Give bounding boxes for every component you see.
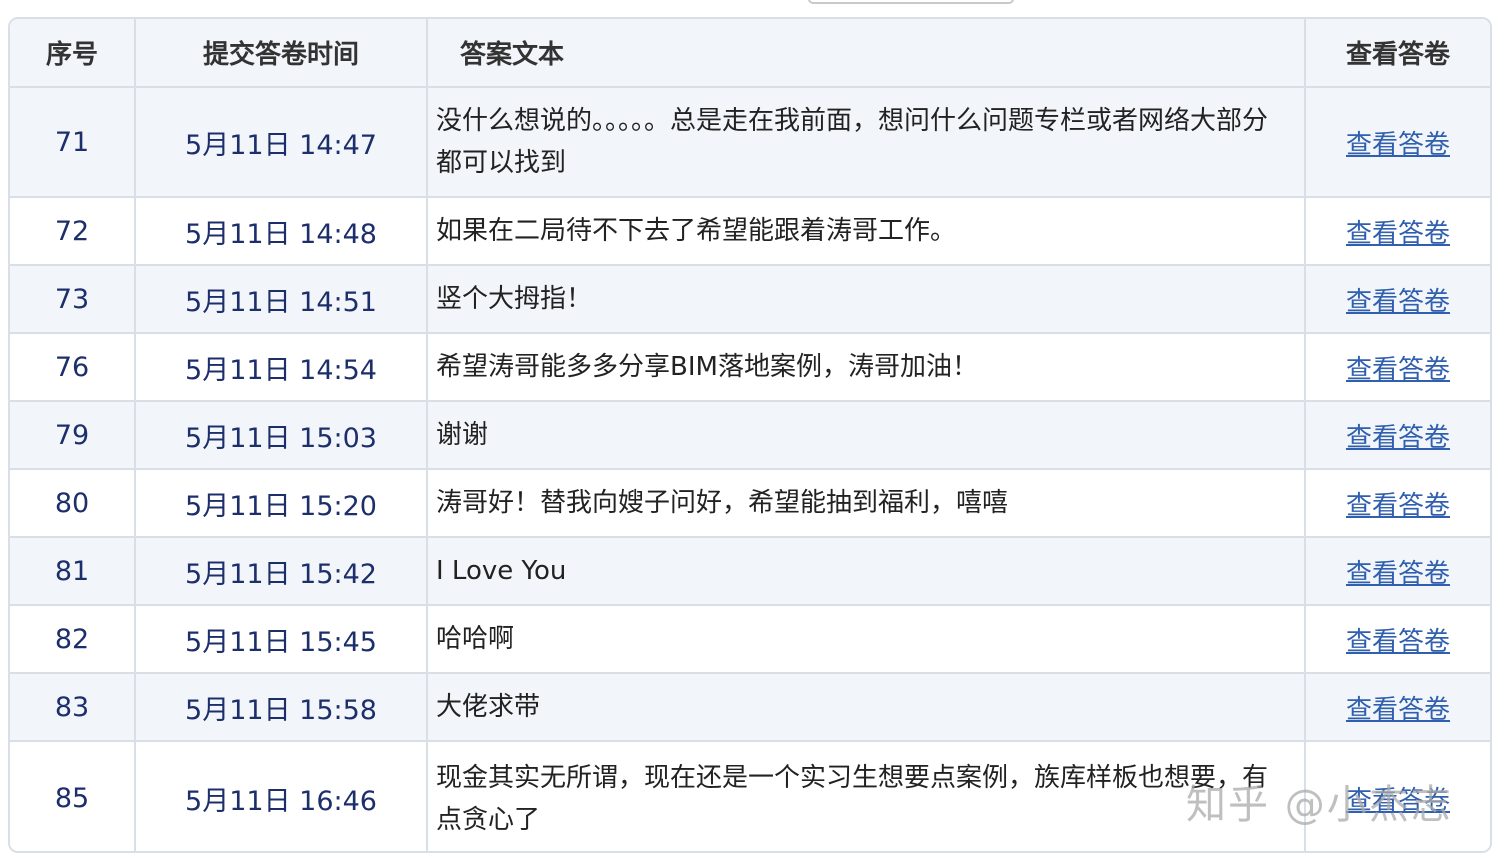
row-no: 82	[10, 605, 136, 674]
row-no: 83	[10, 673, 136, 742]
table-row: 83 5月11日 15:58 大佬求带 查看答卷	[10, 673, 1490, 742]
row-time: 5月11日 14:47	[135, 87, 428, 198]
row-answer-text: 现金其实无所谓，现在还是一个实习生想要点案例，族库样板也想要，有点贪心了	[427, 741, 1306, 851]
table-row: 71 5月11日 14:47 没什么想说的。。。。。总是走在我前面，想问什么问题…	[10, 87, 1490, 198]
row-answer-text: I Love You	[427, 537, 1306, 606]
row-answer-text: 如果在二局待不下去了希望能跟着涛哥工作。	[427, 197, 1306, 266]
view-answer-link[interactable]: 查看答卷	[1346, 219, 1450, 249]
view-answer-link[interactable]: 查看答卷	[1346, 355, 1450, 385]
view-answer-link[interactable]: 查看答卷	[1346, 423, 1450, 453]
row-no: 76	[10, 333, 136, 402]
row-time: 5月11日 14:48	[135, 197, 428, 266]
view-answer-link[interactable]: 查看答卷	[1346, 627, 1450, 657]
table-row: 81 5月11日 15:42 I Love You 查看答卷	[10, 537, 1490, 606]
table-row: 76 5月11日 14:54 希望涛哥能多多分享BIM落地案例，涛哥加油！ 查看…	[10, 333, 1490, 402]
row-time: 5月11日 16:46	[135, 741, 428, 851]
row-answer-text: 涛哥好！替我向嫂子问好，希望能抽到福利，嘻嘻	[427, 469, 1306, 538]
row-time: 5月11日 15:42	[135, 537, 428, 606]
table-row: 73 5月11日 14:51 竖个大拇指！ 查看答卷	[10, 265, 1490, 334]
row-no: 80	[10, 469, 136, 538]
header-view: 查看答卷	[1305, 19, 1490, 88]
row-answer-text: 哈哈啊	[427, 605, 1306, 674]
table-row: 79 5月11日 15:03 谢谢 查看答卷	[10, 401, 1490, 470]
header-text: 答案文本	[427, 19, 1306, 88]
row-time: 5月11日 15:58	[135, 673, 428, 742]
view-answer-link[interactable]: 查看答卷	[1346, 491, 1450, 521]
table-row: 72 5月11日 14:48 如果在二局待不下去了希望能跟着涛哥工作。 查看答卷	[10, 197, 1490, 266]
row-answer-text: 没什么想说的。。。。。总是走在我前面，想问什么问题专栏或者网络大部分都可以找到	[427, 87, 1306, 198]
table-row: 80 5月11日 15:20 涛哥好！替我向嫂子问好，希望能抽到福利，嘻嘻 查看…	[10, 469, 1490, 538]
row-answer-text: 希望涛哥能多多分享BIM落地案例，涛哥加油！	[427, 333, 1306, 402]
view-answer-link[interactable]: 查看答卷	[1346, 559, 1450, 589]
top-tab-edge	[808, 0, 1014, 4]
responses-table-container: 序号 提交答卷时间 答案文本 查看答卷 71 5月11日 14:47 没什么想说…	[8, 17, 1492, 853]
table-row: 82 5月11日 15:45 哈哈啊 查看答卷	[10, 605, 1490, 674]
row-answer-text: 谢谢	[427, 401, 1306, 470]
row-no: 81	[10, 537, 136, 606]
row-time: 5月11日 15:03	[135, 401, 428, 470]
row-time: 5月11日 14:51	[135, 265, 428, 334]
row-time: 5月11日 15:20	[135, 469, 428, 538]
row-time: 5月11日 15:45	[135, 605, 428, 674]
row-answer-text: 大佬求带	[427, 673, 1306, 742]
row-answer-text: 竖个大拇指！	[427, 265, 1306, 334]
row-no: 73	[10, 265, 136, 334]
view-answer-link[interactable]: 查看答卷	[1346, 695, 1450, 725]
watermark: 知乎 @小杰志	[1186, 782, 1453, 828]
view-answer-link[interactable]: 查看答卷	[1346, 287, 1450, 317]
row-no: 71	[10, 87, 136, 198]
row-no: 79	[10, 401, 136, 470]
row-time: 5月11日 14:54	[135, 333, 428, 402]
header-time: 提交答卷时间	[135, 19, 428, 88]
table-header-row: 序号 提交答卷时间 答案文本 查看答卷	[10, 19, 1490, 88]
responses-table: 序号 提交答卷时间 答案文本 查看答卷 71 5月11日 14:47 没什么想说…	[10, 19, 1490, 851]
view-answer-link[interactable]: 查看答卷	[1346, 130, 1450, 160]
row-no: 72	[10, 197, 136, 266]
header-no: 序号	[10, 19, 136, 88]
row-no: 85	[10, 741, 136, 851]
